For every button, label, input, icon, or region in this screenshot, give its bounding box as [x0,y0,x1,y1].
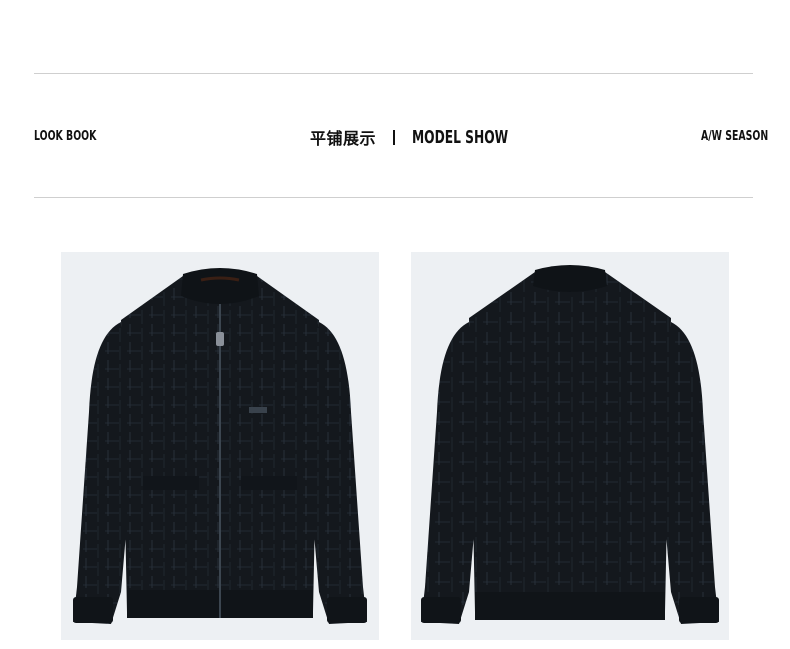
section-title-en: MODEL SHOW [412,126,509,148]
jacket-front-photo [61,252,379,640]
look-book-label: LOOK BOOK [34,129,97,144]
jacket-front-icon [73,268,367,624]
jacket-back-icon [421,265,719,624]
title-separator [393,129,396,145]
jacket-back-photo [411,252,729,640]
section-title: 平铺展示 MODEL SHOW [310,126,553,149]
season-label: A/W SEASON [701,129,769,144]
bottom-divider-line [34,197,753,198]
section-title-cn: 平铺展示 [310,129,377,148]
top-divider-line [34,73,753,74]
